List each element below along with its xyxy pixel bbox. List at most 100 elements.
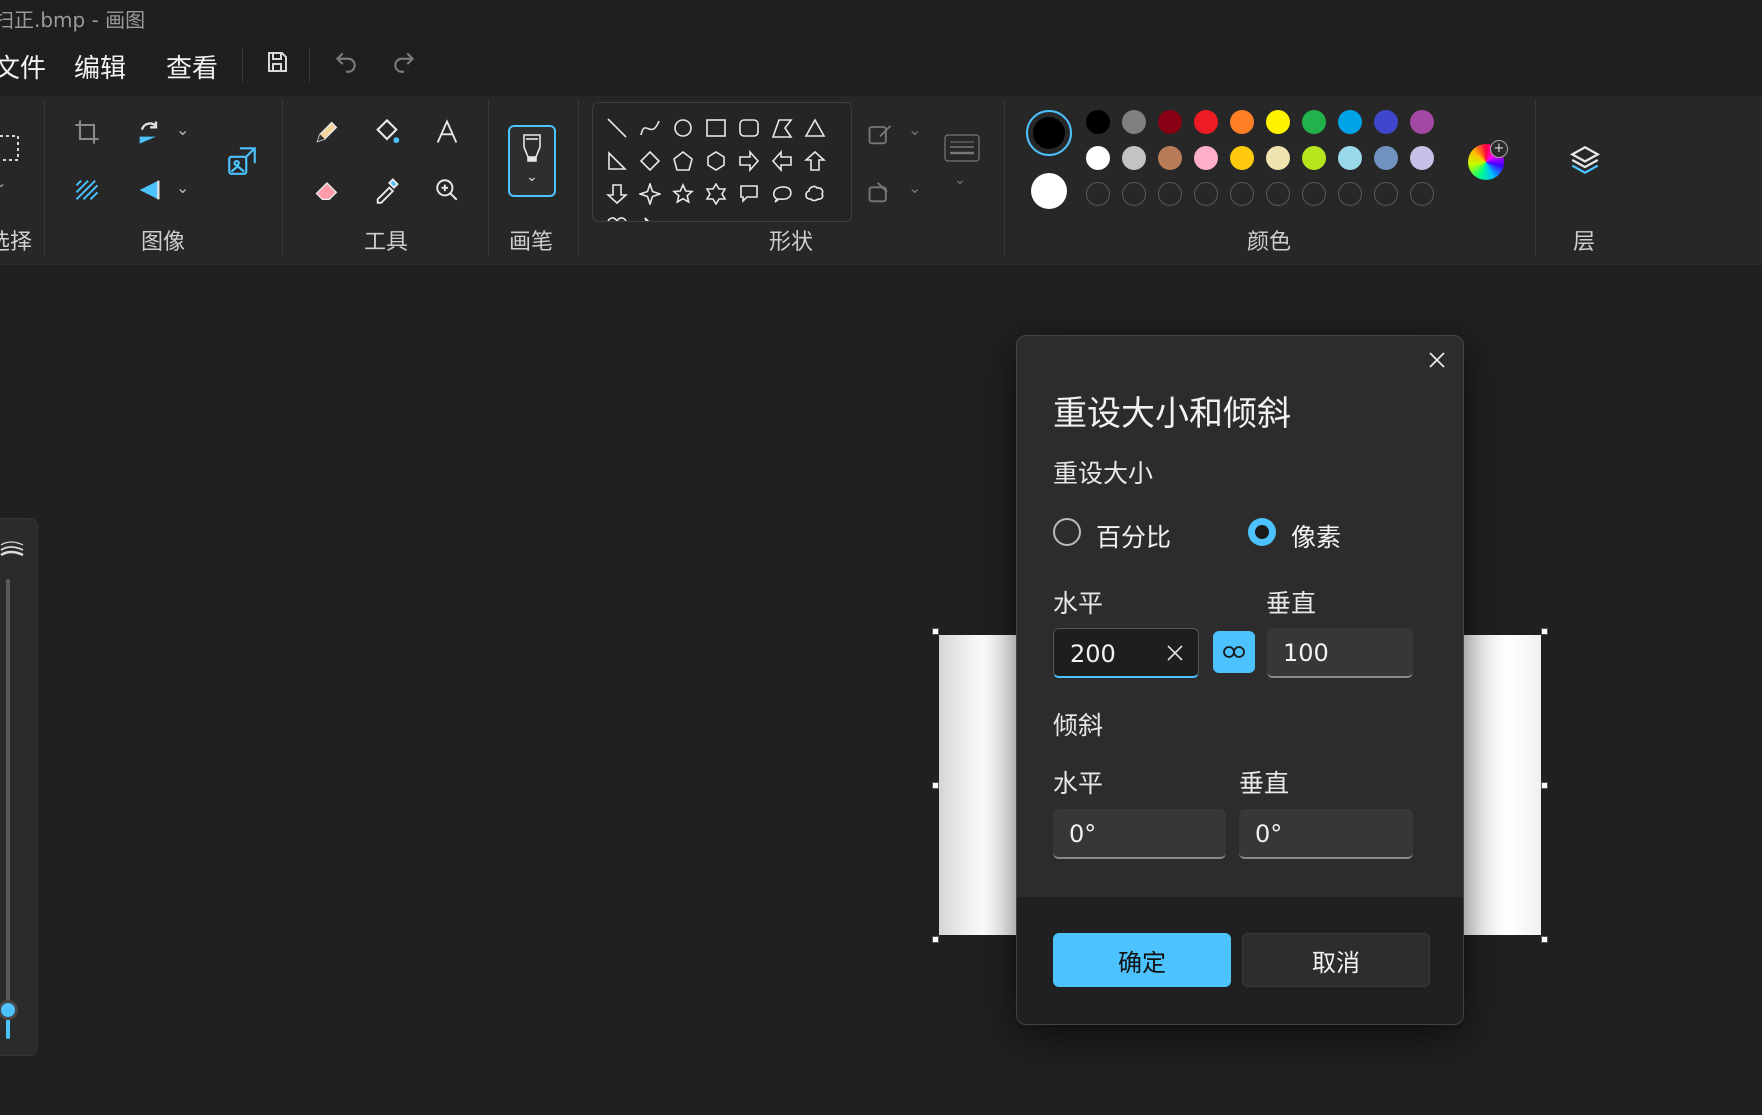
custom-color-slot[interactable] [1410, 182, 1434, 206]
cancel-button[interactable]: 取消 [1242, 933, 1430, 987]
color-swatch[interactable] [1338, 110, 1362, 134]
custom-color-slot[interactable] [1230, 182, 1254, 206]
color-swatch[interactable] [1266, 110, 1290, 134]
oval-callout-shape-icon[interactable] [765, 177, 798, 210]
text-icon[interactable] [427, 112, 467, 152]
color-swatch[interactable] [1410, 146, 1434, 170]
custom-color-slot[interactable] [1302, 182, 1326, 206]
outline-icon[interactable] [866, 120, 894, 152]
color-swatch[interactable] [1230, 146, 1254, 170]
skew-vertical-input[interactable]: 0° [1239, 809, 1413, 859]
color-swatch[interactable] [1230, 110, 1254, 134]
layers-icon[interactable] [1565, 140, 1605, 180]
line-shape-icon[interactable] [600, 111, 633, 144]
brush-button[interactable]: ⌄ [508, 125, 556, 197]
cloud-callout-shape-icon[interactable] [798, 177, 831, 210]
down-arrow-shape-icon[interactable] [600, 177, 633, 210]
percent-radio-label[interactable]: 百分比 [1096, 518, 1171, 554]
triangle-shape-icon[interactable] [798, 111, 831, 144]
custom-color-slot[interactable] [1266, 182, 1290, 206]
fill-icon[interactable] [866, 178, 894, 210]
stroke-chevron-down-icon[interactable]: ⌄ [954, 172, 966, 188]
ok-button[interactable]: 确定 [1053, 933, 1231, 987]
color-swatch[interactable] [1086, 146, 1110, 170]
color-picker-icon[interactable] [367, 170, 407, 210]
custom-color-slot[interactable] [1374, 182, 1398, 206]
resize-handle[interactable] [932, 936, 939, 943]
hexagon-shape-icon[interactable] [699, 144, 732, 177]
crop-icon[interactable] [67, 112, 107, 152]
pentagon-shape-icon[interactable] [666, 144, 699, 177]
left-arrow-shape-icon[interactable] [765, 144, 798, 177]
close-icon[interactable] [1423, 346, 1451, 374]
fill-bucket-icon[interactable] [367, 112, 407, 152]
pencil-icon[interactable] [307, 112, 347, 152]
resize-handle[interactable] [1541, 628, 1548, 635]
percent-radio[interactable] [1053, 518, 1081, 546]
lightning-shape-icon[interactable] [633, 210, 666, 221]
color-swatch[interactable] [1266, 146, 1290, 170]
pixels-radio-label[interactable]: 像素 [1291, 518, 1341, 554]
color-swatch[interactable] [1086, 110, 1110, 134]
flip-chevron-down-icon[interactable]: ⌄ [176, 178, 189, 197]
custom-color-slot[interactable] [1086, 182, 1110, 206]
select-chevron-down-icon[interactable]: ⌄ [0, 176, 6, 190]
skew-horizontal-input[interactable]: 0° [1053, 809, 1226, 859]
eraser-icon[interactable] [307, 170, 347, 210]
image-properties-icon[interactable] [67, 170, 107, 210]
rounded-rectangle-shape-icon[interactable] [732, 111, 765, 144]
fill-chevron-down-icon[interactable]: ⌄ [908, 178, 921, 197]
save-icon[interactable] [259, 44, 295, 80]
polygon-shape-icon[interactable] [765, 111, 798, 144]
right-triangle-shape-icon[interactable] [600, 144, 633, 177]
color-swatch[interactable] [1122, 110, 1146, 134]
color-swatch[interactable] [1158, 110, 1182, 134]
stroke-slider-thumb[interactable] [0, 1000, 18, 1020]
menu-file[interactable]: 文件 [0, 48, 46, 85]
heart-shape-icon[interactable] [600, 210, 633, 221]
resize-handle[interactable] [1541, 782, 1548, 789]
color-swatch[interactable] [1302, 110, 1326, 134]
color-swatch[interactable] [1194, 110, 1218, 134]
curve-shape-icon[interactable] [633, 111, 666, 144]
color-swatch[interactable] [1302, 146, 1326, 170]
diamond-shape-icon[interactable] [633, 144, 666, 177]
rect-callout-shape-icon[interactable] [732, 177, 765, 210]
resize-icon[interactable] [222, 141, 262, 181]
primary-color-selector[interactable] [1026, 110, 1072, 156]
clear-icon[interactable] [1166, 644, 1184, 666]
undo-icon[interactable] [328, 44, 364, 80]
color-swatch[interactable] [1338, 146, 1362, 170]
menu-edit[interactable]: 编辑 [74, 48, 126, 85]
custom-color-slot[interactable] [1122, 182, 1146, 206]
rotate-chevron-down-icon[interactable]: ⌄ [176, 120, 189, 139]
resize-horizontal-input[interactable]: 200 [1053, 628, 1199, 678]
resize-vertical-input[interactable]: 100 [1267, 628, 1413, 678]
color-swatch[interactable] [1122, 146, 1146, 170]
pixels-radio[interactable] [1248, 518, 1276, 546]
redo-icon[interactable] [386, 44, 422, 80]
resize-handle[interactable] [932, 782, 939, 789]
up-arrow-shape-icon[interactable] [798, 144, 831, 177]
resize-handle[interactable] [932, 628, 939, 635]
flip-icon[interactable] [129, 170, 169, 210]
rotate-icon[interactable] [129, 112, 169, 152]
aspect-ratio-lock-button[interactable] [1213, 631, 1255, 673]
rectangle-shape-icon[interactable] [699, 111, 732, 144]
custom-color-slot[interactable] [1338, 182, 1362, 206]
custom-color-slot[interactable] [1158, 182, 1182, 206]
six-point-star-shape-icon[interactable] [699, 177, 732, 210]
resize-handle[interactable] [1541, 936, 1548, 943]
four-point-star-shape-icon[interactable] [633, 177, 666, 210]
custom-color-slot[interactable] [1194, 182, 1218, 206]
five-point-star-shape-icon[interactable] [666, 177, 699, 210]
right-arrow-shape-icon[interactable] [732, 144, 765, 177]
color-swatch[interactable] [1410, 110, 1434, 134]
select-icon[interactable] [0, 128, 26, 168]
color-swatch[interactable] [1158, 146, 1182, 170]
stroke-slider-track[interactable] [6, 579, 10, 1029]
color-swatch[interactable] [1374, 146, 1398, 170]
outline-chevron-down-icon[interactable]: ⌄ [908, 120, 921, 139]
oval-shape-icon[interactable] [666, 111, 699, 144]
stroke-size-icon[interactable] [944, 134, 980, 166]
